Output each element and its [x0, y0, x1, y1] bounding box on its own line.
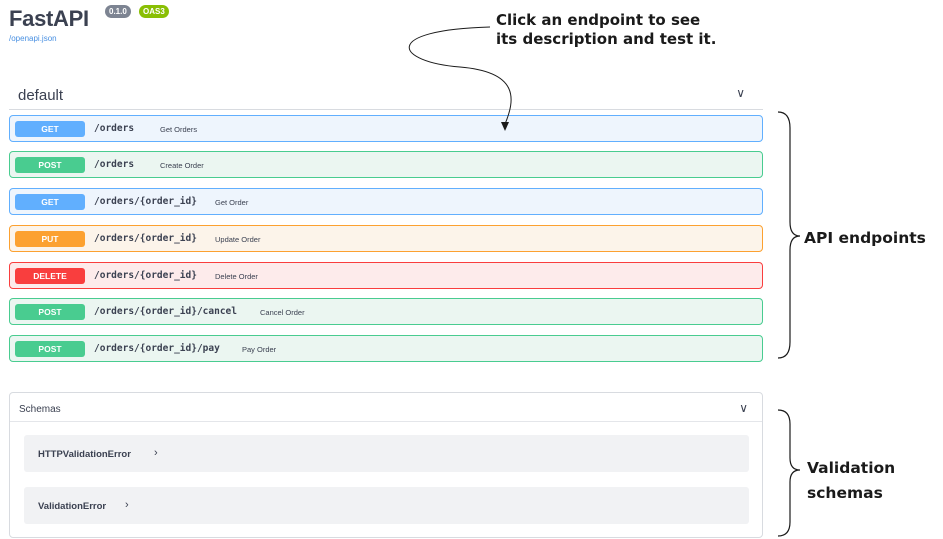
brace-api-endpoints: [777, 111, 801, 359]
brace-validation-schemas: [777, 409, 801, 537]
annotation-arrow: [408, 26, 512, 125]
annotation-graphics: [408, 26, 801, 537]
arrow-head-icon: [501, 122, 509, 131]
